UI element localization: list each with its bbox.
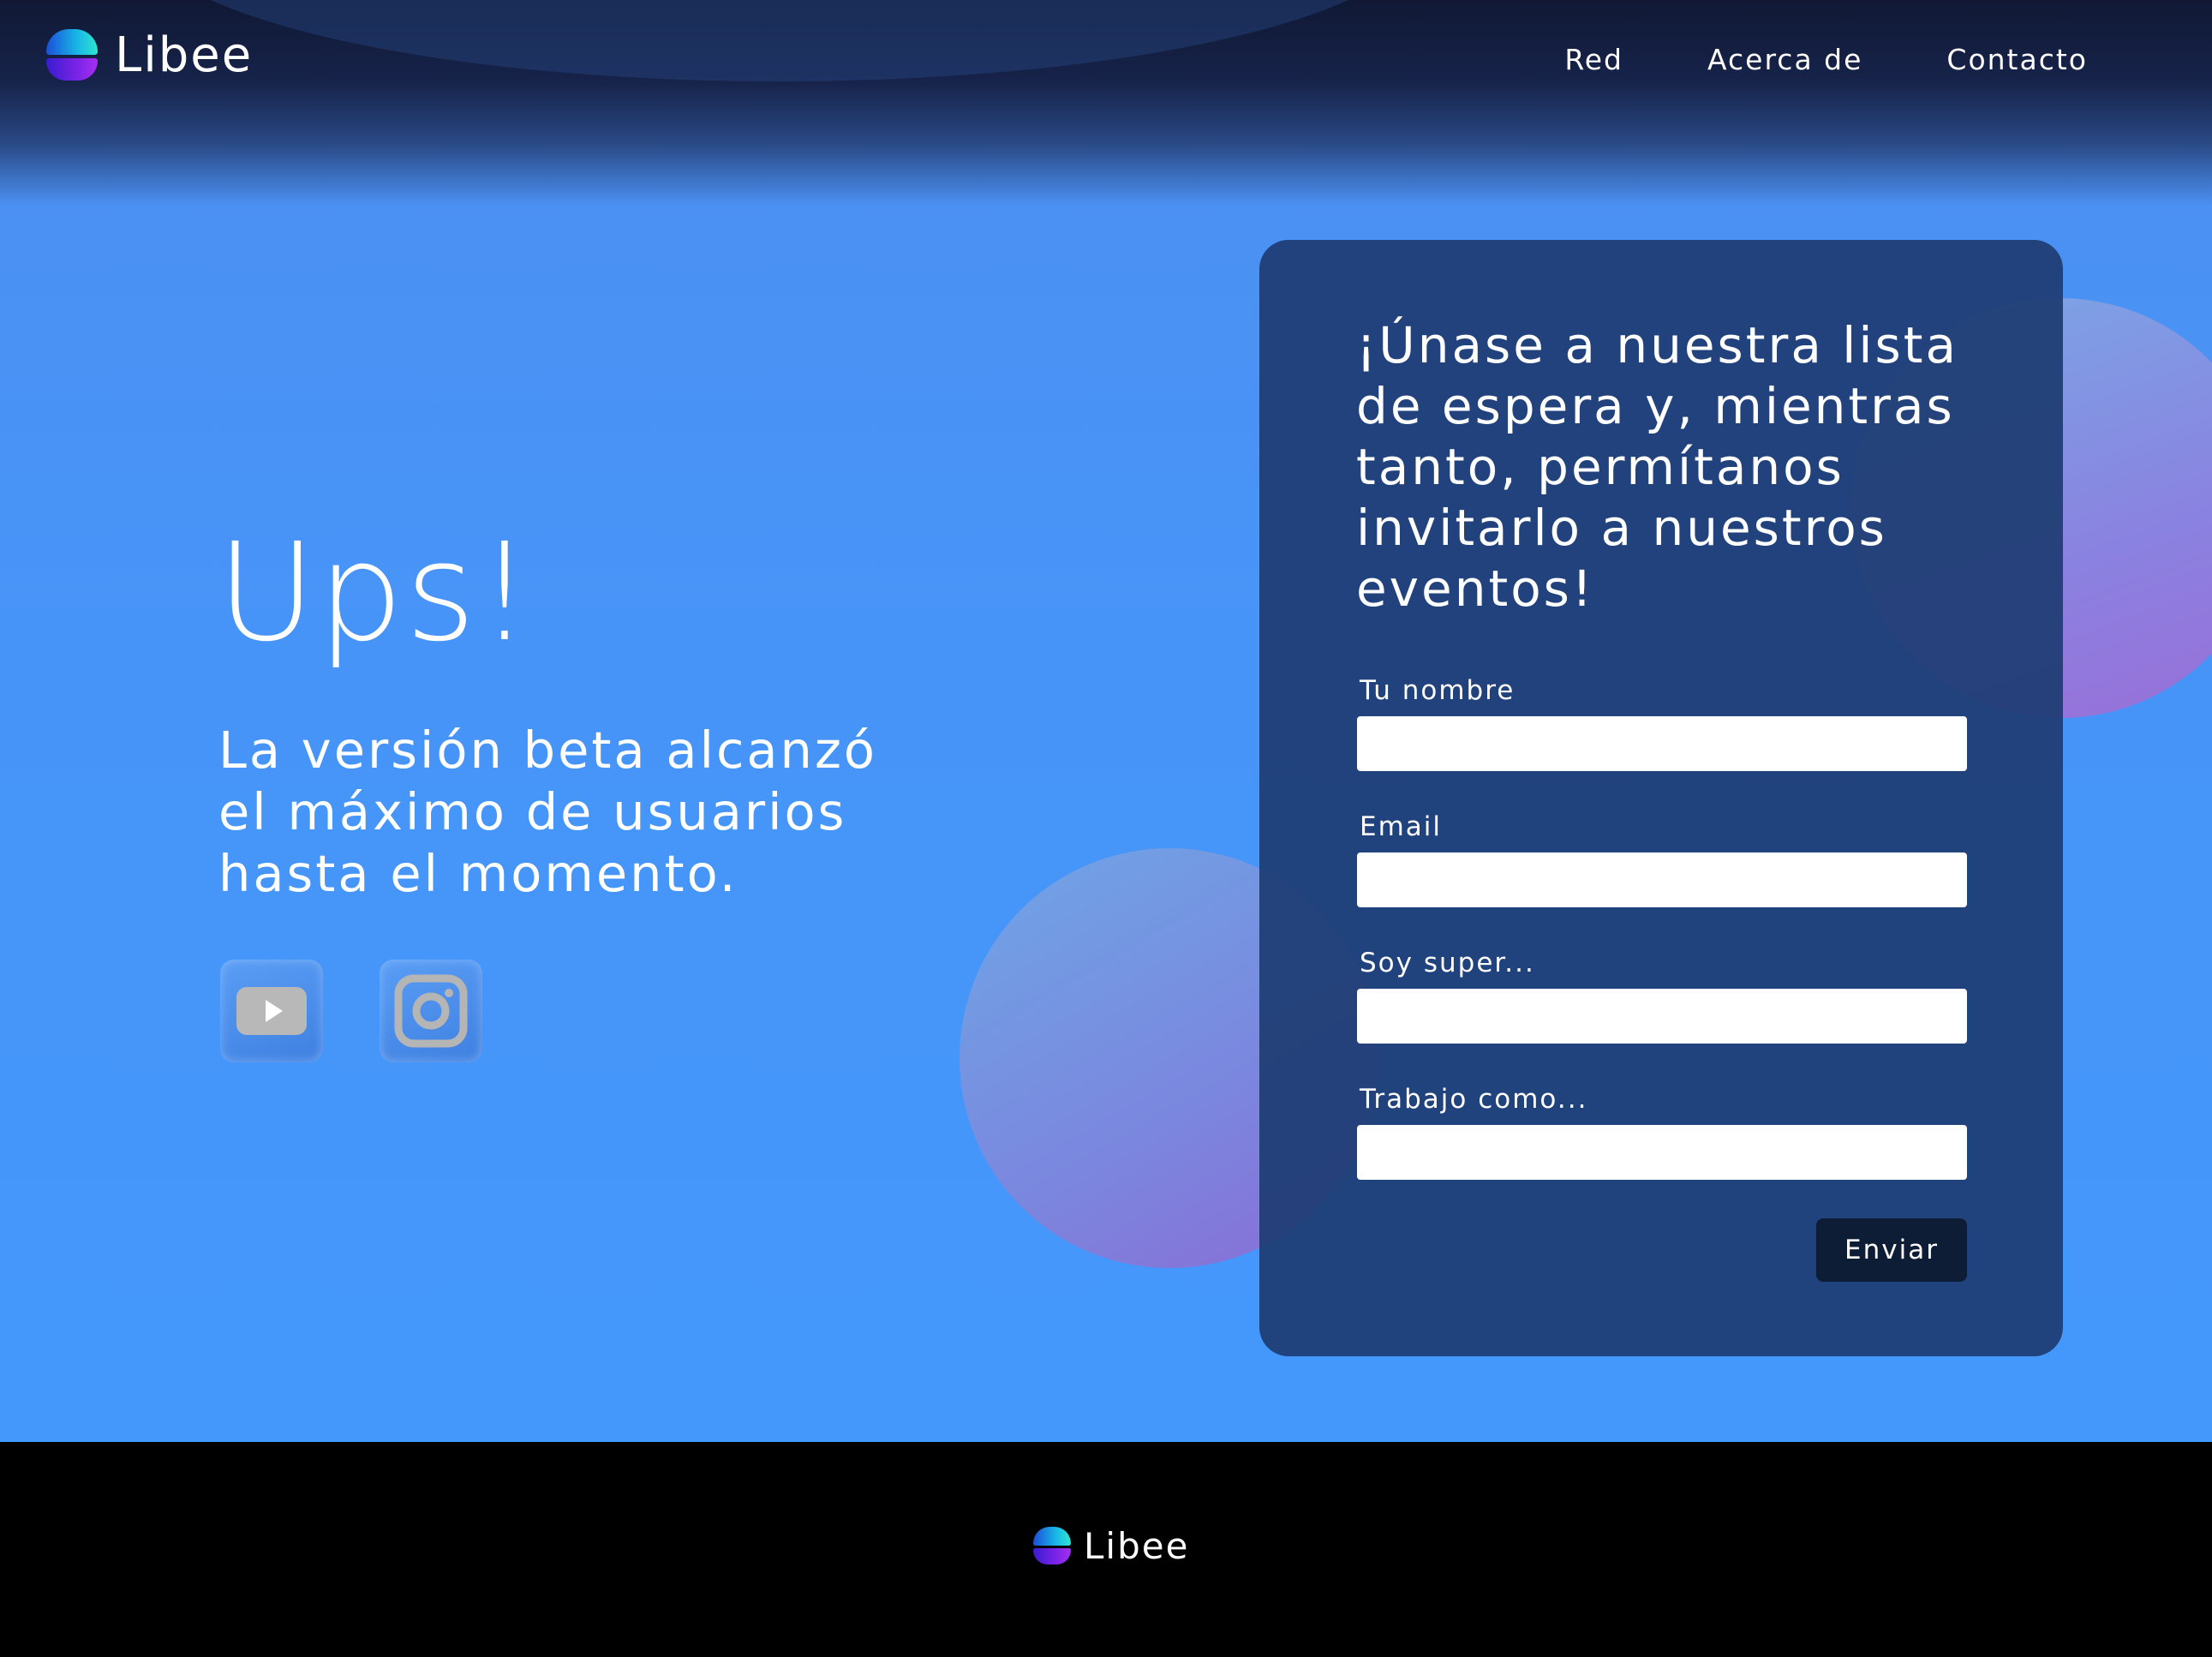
nav-link-red[interactable]: Red xyxy=(1564,43,1623,76)
instagram-icon xyxy=(394,974,468,1048)
social-links xyxy=(220,960,539,1062)
page: Libee Red Acerca de Contacto Ups! La ver… xyxy=(0,0,2212,1657)
footer-logo[interactable]: Libee xyxy=(1031,1524,1189,1567)
name-label: Tu nombre xyxy=(1360,675,1516,706)
email-field[interactable] xyxy=(1357,852,1967,907)
footer: Libee xyxy=(0,1442,2212,1657)
waitlist-card: ¡Únase a nuestra lista de espera y, mien… xyxy=(1259,240,2063,1356)
nav-link-contacto[interactable]: Contacto xyxy=(1946,43,2088,76)
trabajo-como-label: Trabajo como... xyxy=(1360,1084,1588,1115)
hero-section: Libee Red Acerca de Contacto Ups! La ver… xyxy=(0,0,2212,1442)
page-subtitle: La versión beta alcanzó el máximo de usu… xyxy=(218,721,878,903)
libee-logo-icon xyxy=(1031,1524,1073,1567)
youtube-icon xyxy=(236,987,307,1035)
main-nav: Red Acerca de Contacto xyxy=(1480,43,2088,76)
email-label: Email xyxy=(1360,811,1443,842)
brand-name: Libee xyxy=(115,27,254,83)
nav-link-acerca-de[interactable]: Acerca de xyxy=(1707,43,1862,76)
submit-button[interactable]: Enviar xyxy=(1816,1218,1967,1282)
name-field[interactable] xyxy=(1357,716,1967,771)
header-logo[interactable]: Libee xyxy=(43,26,253,84)
instagram-button[interactable] xyxy=(380,960,482,1062)
libee-logo-icon xyxy=(43,26,101,84)
soy-super-field[interactable] xyxy=(1357,989,1967,1044)
page-title: Ups! xyxy=(217,514,534,672)
footer-brand-name: Libee xyxy=(1084,1524,1190,1567)
youtube-button[interactable] xyxy=(220,960,323,1062)
soy-super-label: Soy super... xyxy=(1360,948,1535,978)
trabajo-como-field[interactable] xyxy=(1357,1125,1967,1180)
waitlist-title: ¡Únase a nuestra lista de espera y, mien… xyxy=(1356,316,1959,618)
